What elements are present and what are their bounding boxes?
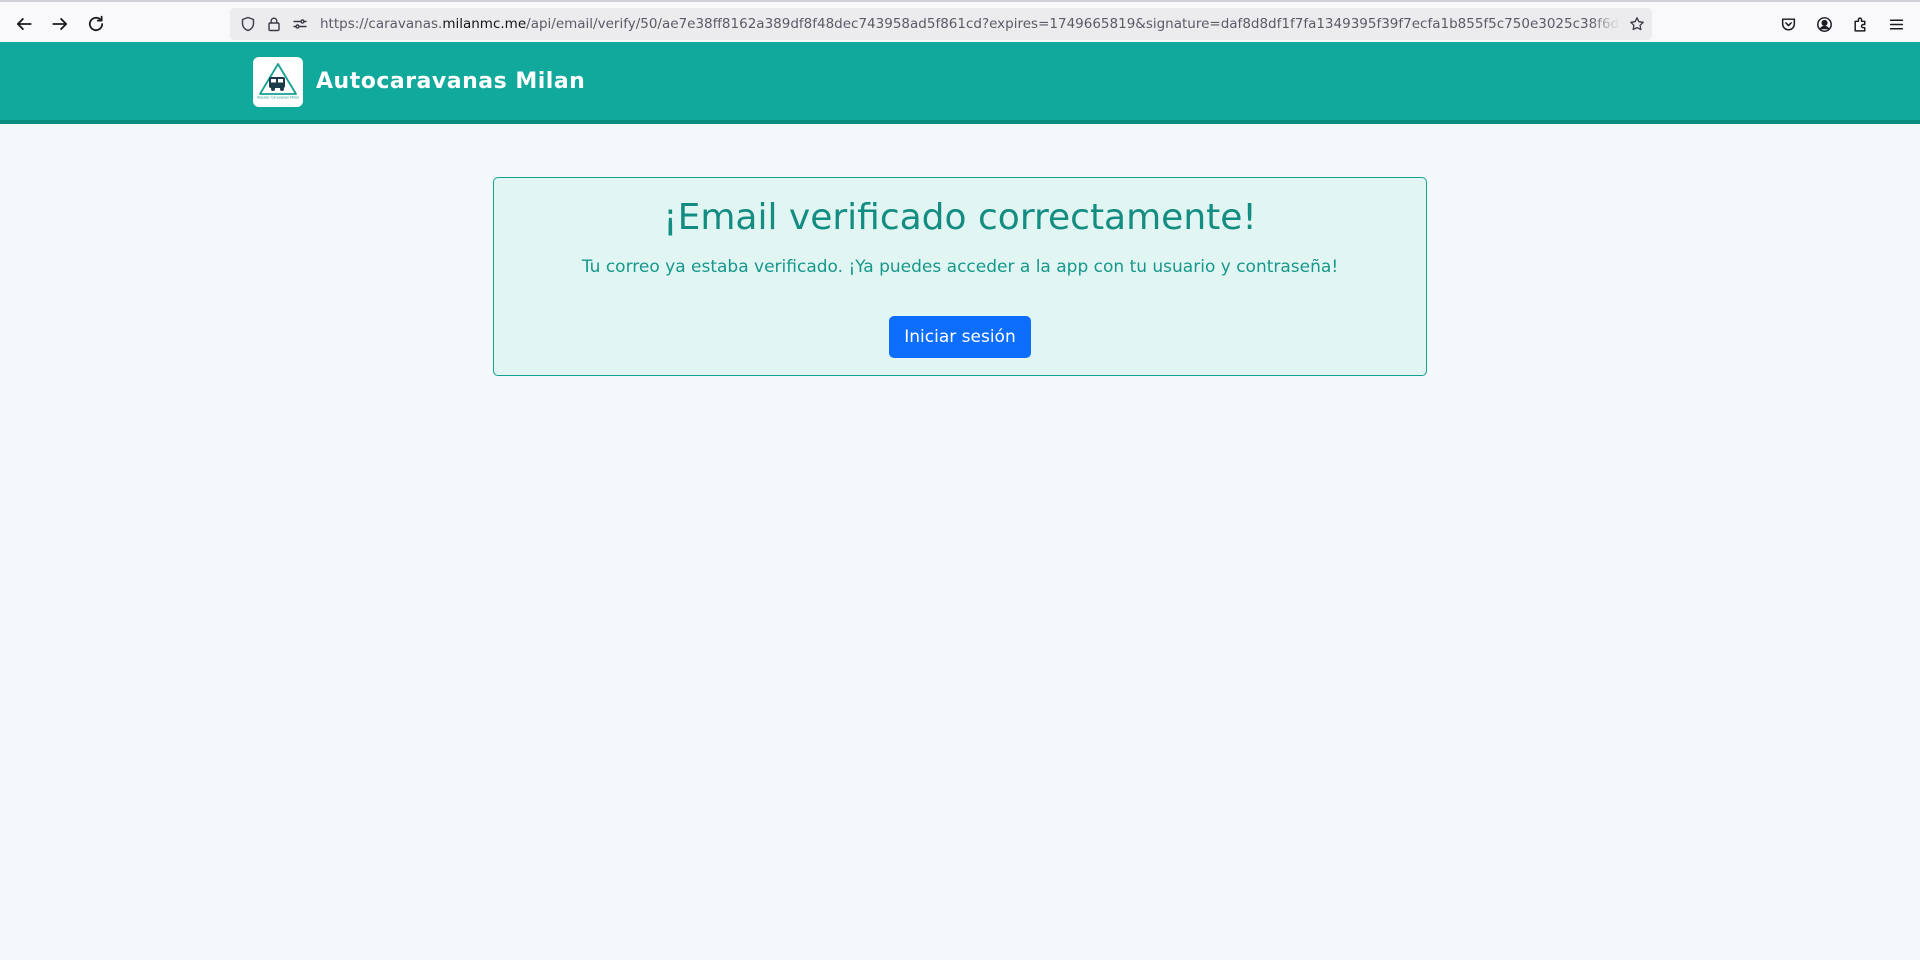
account-icon bbox=[1816, 16, 1832, 32]
pocket-button[interactable] bbox=[1776, 12, 1800, 36]
lock-icon bbox=[268, 17, 280, 32]
star-icon bbox=[1630, 17, 1644, 31]
logo-text: Alquiler Caravanas Milan bbox=[257, 96, 299, 100]
extensions-button[interactable] bbox=[1848, 12, 1872, 36]
bookmark-button[interactable] bbox=[1627, 14, 1647, 34]
extensions-icon bbox=[1853, 16, 1865, 32]
verification-card: ¡Email verificado correctamente! Tu corr… bbox=[493, 177, 1427, 376]
caravan-logo-icon: Alquiler Caravanas Milan bbox=[257, 63, 299, 100]
login-button[interactable]: Iniciar sesión bbox=[889, 316, 1031, 358]
url-path: /api/email/verify/50/ae7e38ff8162a389df8… bbox=[526, 16, 1620, 32]
tracking-protection-button[interactable] bbox=[238, 14, 258, 34]
arrow-left-icon bbox=[16, 18, 32, 30]
url-fade bbox=[1590, 8, 1620, 40]
site-header: Alquiler Caravanas Milan Autocaravanas M… bbox=[0, 42, 1920, 124]
url-prefix: https://caravanas. bbox=[320, 16, 443, 32]
arrow-right-icon bbox=[52, 18, 68, 30]
logo[interactable]: Alquiler Caravanas Milan bbox=[253, 57, 303, 107]
brand-name[interactable]: Autocaravanas Milan bbox=[316, 68, 585, 96]
reload-icon bbox=[88, 15, 104, 32]
address-bar[interactable]: https://caravanas.milanmc.me/api/email/v… bbox=[230, 8, 1652, 40]
reload-button[interactable] bbox=[82, 10, 110, 38]
browser-toolbar: https://caravanas.milanmc.me/api/email/v… bbox=[0, 0, 1920, 42]
shield-icon bbox=[241, 16, 255, 32]
account-button[interactable] bbox=[1812, 12, 1836, 36]
app-menu-button[interactable] bbox=[1884, 12, 1908, 36]
verification-message: Tu correo ya estaba verificado. ¡Ya pued… bbox=[581, 257, 1339, 277]
url-text[interactable]: https://caravanas.milanmc.me/api/email/v… bbox=[320, 16, 1620, 32]
forward-button[interactable] bbox=[46, 10, 74, 38]
site-security-button[interactable] bbox=[264, 14, 284, 34]
permissions-icon bbox=[293, 19, 307, 29]
page-title: ¡Email verificado correctamente! bbox=[663, 197, 1257, 238]
permissions-button[interactable] bbox=[290, 14, 310, 34]
back-button[interactable] bbox=[10, 10, 38, 38]
hamburger-menu-icon bbox=[1889, 18, 1903, 30]
url-domain: milanmc.me bbox=[442, 16, 527, 32]
pocket-icon bbox=[1781, 17, 1795, 31]
